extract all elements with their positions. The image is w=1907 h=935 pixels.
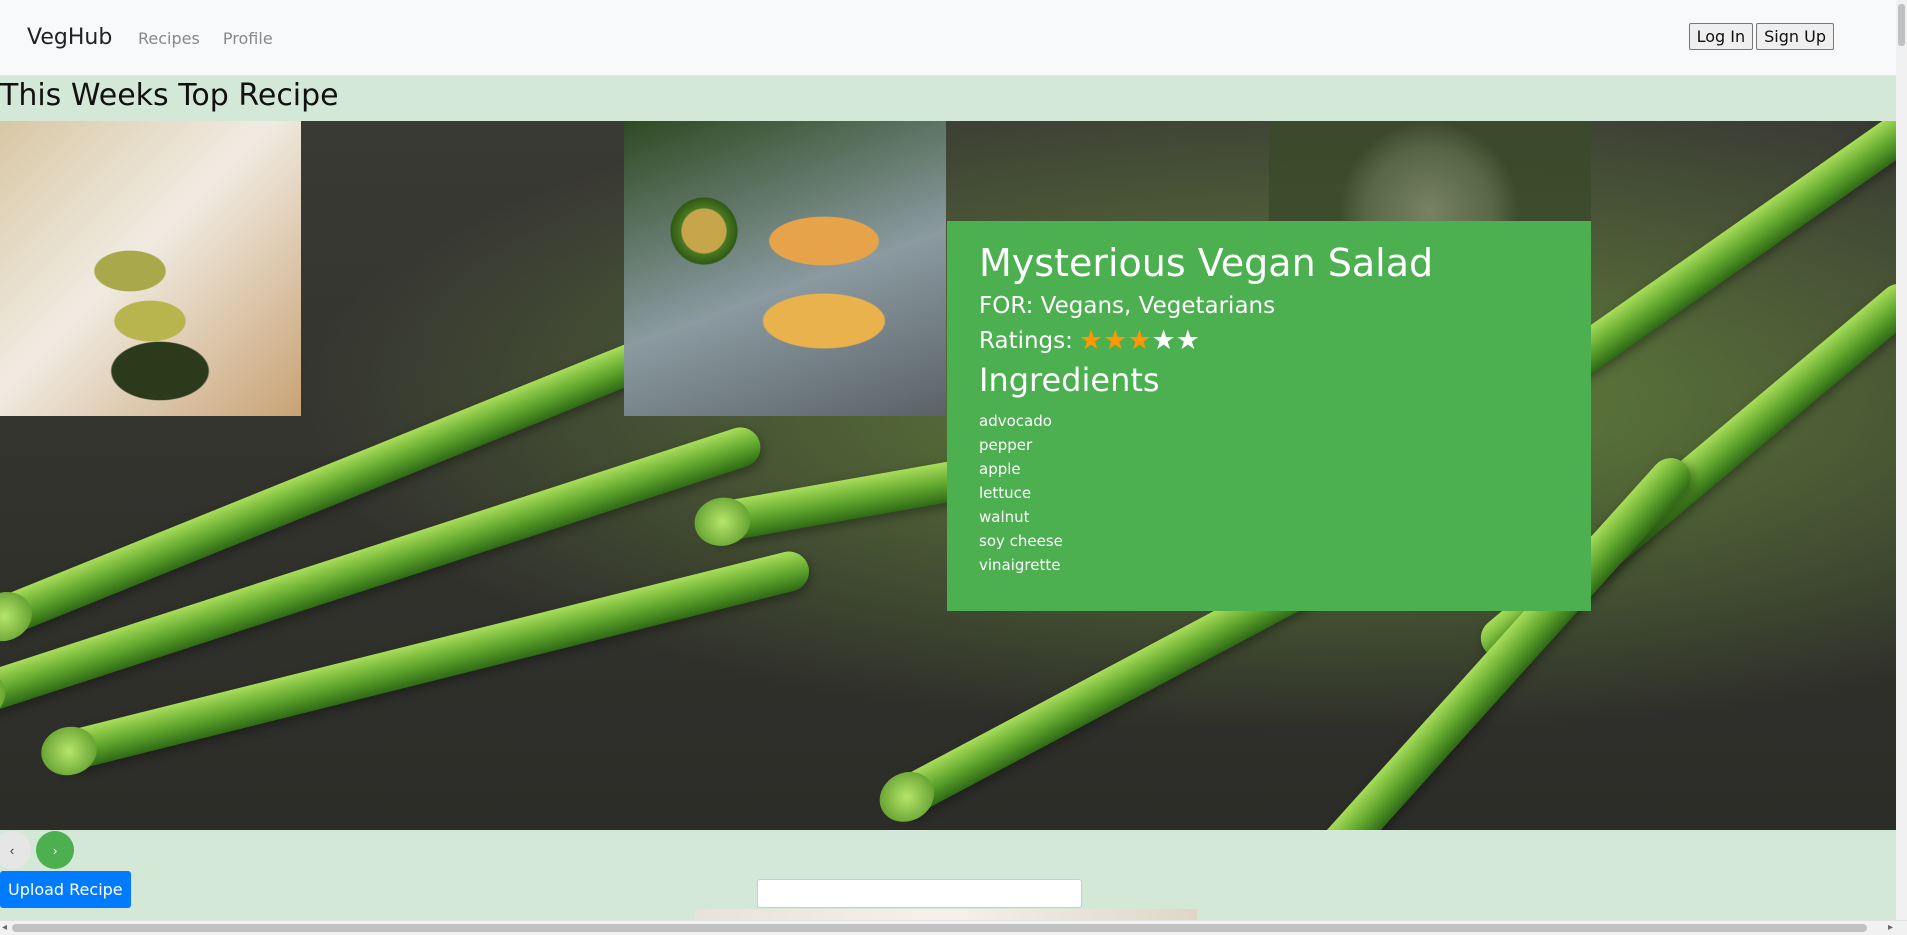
ingredients-heading: Ingredients bbox=[979, 361, 1160, 399]
auth-buttons: Log In Sign Up bbox=[1688, 23, 1834, 50]
vertical-scrollbar[interactable] bbox=[1896, 0, 1907, 921]
avocado-quinoa-thumbnail[interactable] bbox=[0, 121, 301, 416]
ingredient-item: advocado bbox=[979, 412, 1052, 430]
asparagus-image bbox=[46, 547, 814, 775]
scroll-right-icon[interactable]: ▸ bbox=[1888, 922, 1893, 933]
star-icon[interactable]: ★ bbox=[1127, 325, 1151, 356]
star-icon[interactable]: ★ bbox=[1103, 325, 1127, 356]
login-button[interactable]: Log In bbox=[1688, 23, 1754, 50]
signup-button[interactable]: Sign Up bbox=[1756, 23, 1834, 50]
star-rating: ★★★★★ bbox=[1079, 327, 1200, 355]
horizontal-scrollbar[interactable]: ◂ ▸ bbox=[0, 920, 1907, 935]
star-icon[interactable]: ★ bbox=[1152, 325, 1176, 356]
recipe-ratings: Ratings: ★★★★★ bbox=[979, 327, 1559, 355]
search-input[interactable] bbox=[757, 879, 1082, 908]
ingredient-item: soy cheese bbox=[979, 532, 1063, 550]
ingredient-item: pepper bbox=[979, 436, 1033, 454]
scroll-left-icon[interactable]: ◂ bbox=[2, 922, 7, 933]
recipe-card: Mysterious Vegan Salad FOR: Vegans, Vege… bbox=[947, 221, 1591, 611]
section-title: This Weeks Top Recipe bbox=[0, 78, 339, 113]
shrimp-taco-thumbnail[interactable] bbox=[624, 121, 946, 416]
upload-recipe-button[interactable]: Upload Recipe bbox=[0, 871, 131, 908]
scrollbar-thumb[interactable] bbox=[12, 924, 1867, 932]
nav-links: Recipes Profile bbox=[138, 29, 291, 48]
ingredient-item: vinaigrette bbox=[979, 556, 1061, 574]
carousel-next-button[interactable]: › bbox=[36, 831, 74, 869]
ingredient-item: lettuce bbox=[979, 484, 1032, 502]
ingredients-list: advocado pepper apple lettuce walnut soy… bbox=[979, 409, 1559, 577]
brand-logo[interactable]: VegHub bbox=[27, 25, 112, 50]
salad-bowl-thumbnail[interactable] bbox=[1269, 121, 1591, 221]
nav-link-profile[interactable]: Profile bbox=[223, 29, 273, 48]
star-icon[interactable]: ★ bbox=[1079, 325, 1103, 356]
recipe-title: Mysterious Vegan Salad bbox=[979, 241, 1434, 285]
scrollbar-thumb[interactable] bbox=[1898, 4, 1905, 46]
recipe-audience: FOR: Vegans, Vegetarians bbox=[979, 293, 1276, 319]
ratings-label: Ratings: bbox=[979, 328, 1073, 354]
navbar: VegHub Recipes Profile Log In Sign Up bbox=[0, 0, 1896, 76]
star-icon[interactable]: ★ bbox=[1176, 325, 1200, 356]
nav-link-recipes[interactable]: Recipes bbox=[138, 29, 200, 48]
ingredient-item: apple bbox=[979, 460, 1021, 478]
ingredient-item: walnut bbox=[979, 508, 1030, 526]
carousel-prev-button[interactable]: ‹ bbox=[0, 831, 31, 869]
